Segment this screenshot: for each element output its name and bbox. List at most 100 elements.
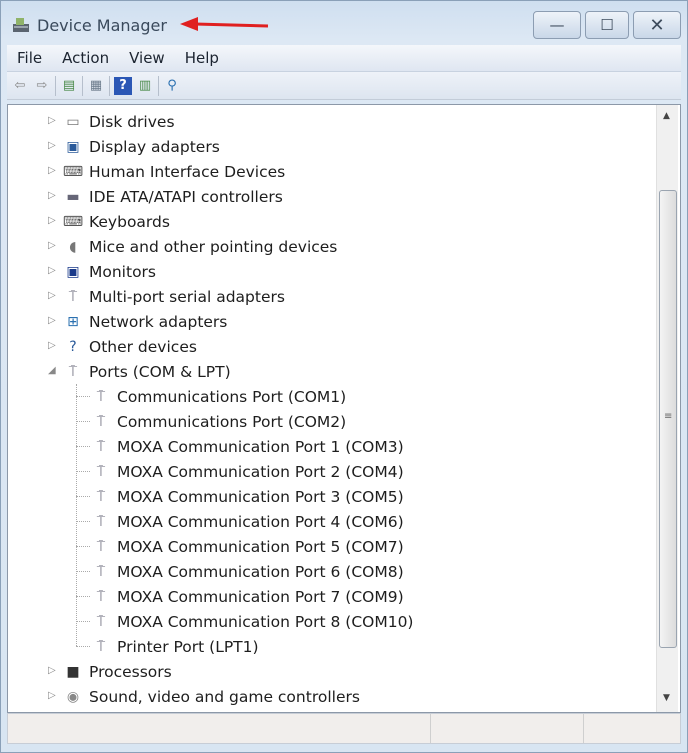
device-item[interactable]: ⍑ MOXA Communication Port 1 (COM3) [90,434,404,459]
item-label: Mice and other pointing devices [89,237,338,256]
processor-icon: ■ [66,663,80,680]
device-item[interactable]: ⍑ Printer Port (LPT1) [90,634,259,659]
menu-view[interactable]: View [119,49,175,67]
device-item[interactable]: ⍑ MOXA Communication Port 8 (COM10) [90,609,414,634]
mouse-icon: ◖ [69,238,77,255]
tree-connector [76,384,77,646]
category-item[interactable]: ▣ Display adapters [62,134,219,159]
item-label: MOXA Communication Port 8 (COM10) [117,612,414,631]
vertical-scrollbar[interactable]: ▲ ≡ ▼ [656,105,678,712]
category-item[interactable]: ⍑ Ports (COM & LPT) [62,359,231,384]
device-item[interactable]: ⍑ MOXA Communication Port 5 (COM7) [90,534,404,559]
port-icon: ⍑ [96,488,106,505]
port-icon: ⍑ [96,513,106,530]
expand-arrow-icon[interactable]: ▷ [48,315,58,326]
item-label: Communications Port (COM2) [117,412,347,431]
expand-arrow-icon[interactable]: ▷ [48,115,58,126]
port-icon: ⍑ [96,613,106,630]
expand-arrow-icon[interactable]: ▷ [48,290,58,301]
item-label: MOXA Communication Port 4 (COM6) [117,512,404,531]
category-item[interactable]: ? Other devices [62,334,197,359]
menu-action[interactable]: Action [52,49,119,67]
display-adapter-icon: ▣ [66,138,80,155]
port-icon: ⍑ [96,638,106,655]
toolbar: ⇦ ⇨ ▤ ▦ ? ▥ ⚲ [7,72,681,100]
category-item[interactable]: ◖ Mice and other pointing devices [62,234,337,259]
action-pane-icon[interactable]: ▥ [136,77,154,95]
separator [82,75,83,96]
tree-connector [76,546,90,547]
device-item[interactable]: ⍑ Communications Port (COM1) [90,384,346,409]
category-item[interactable]: ⊞ Network adapters [62,309,227,334]
forward-icon[interactable]: ⇨ [33,77,51,95]
port-icon: ⍑ [96,438,106,455]
port-icon: ⍑ [96,588,106,605]
separator [55,75,56,96]
item-label: Ports (COM & LPT) [89,362,231,381]
sound-icon: ◉ [66,688,80,705]
back-icon[interactable]: ⇦ [11,77,29,95]
category-item[interactable]: ◉ Sound, video and game controllers [62,684,360,709]
separator [109,75,110,96]
expand-arrow-icon[interactable]: ▷ [48,140,58,151]
category-item[interactable]: ■ Processors [62,659,171,684]
category-item[interactable]: ⌨ Human Interface Devices [62,159,285,184]
item-label: Monitors [89,262,156,281]
expand-arrow-icon[interactable]: ▷ [48,665,58,676]
item-label: MOXA Communication Port 7 (COM9) [117,587,404,606]
tree-connector [76,471,90,472]
menu-bar: File Action View Help [7,45,681,72]
category-item[interactable]: ▭ Disk drives [62,109,174,134]
port-icon: ⍑ [96,388,106,405]
scrollbar-thumb[interactable]: ≡ [659,190,677,648]
device-item[interactable]: ⍑ Communications Port (COM2) [90,409,346,434]
item-label: Multi-port serial adapters [89,287,285,306]
help-icon[interactable]: ? [114,76,132,95]
expand-arrow-icon[interactable]: ▷ [48,690,58,701]
scan-hardware-icon[interactable]: ⚲ [163,77,181,95]
device-item[interactable]: ⍑ MOXA Communication Port 2 (COM4) [90,459,404,484]
device-item[interactable]: ⍑ MOXA Communication Port 4 (COM6) [90,509,404,534]
item-label: Sound, video and game controllers [89,687,360,706]
show-hide-console-tree-icon[interactable]: ▤ [60,77,78,95]
item-label: MOXA Communication Port 1 (COM3) [117,437,404,456]
expand-arrow-icon[interactable]: ▷ [48,165,58,176]
device-tree[interactable]: ▲ ≡ ▼ ▷ ▭ Disk drives ▷ ▣ Display adapters ▷ ⌨ H… [7,104,681,713]
properties-icon[interactable]: ▦ [87,77,105,95]
keyboard-icon: ⌨ [62,213,84,230]
device-item[interactable]: ⍑ MOXA Communication Port 7 (COM9) [90,584,404,609]
expand-arrow-icon[interactable]: ▷ [48,215,58,226]
device-item[interactable]: ⍑ MOXA Communication Port 3 (COM5) [90,484,404,509]
item-label: Human Interface Devices [89,162,286,181]
menu-file[interactable]: File [7,49,52,67]
port-icon: ⍑ [96,413,106,430]
device-item[interactable]: ⍑ MOXA Communication Port 6 (COM8) [90,559,404,584]
tree-connector [76,421,90,422]
scroll-up-icon[interactable]: ▲ [663,111,670,121]
expand-arrow-icon[interactable]: ▷ [48,340,58,351]
expand-arrow-icon[interactable]: ▷ [48,240,58,251]
collapse-arrow-icon[interactable]: ◢ [48,365,58,376]
monitor-icon: ▣ [66,263,80,280]
item-label: IDE ATA/ATAPI controllers [89,187,283,206]
menu-help[interactable]: Help [175,49,229,67]
network-icon: ⊞ [67,313,79,330]
scroll-down-icon[interactable]: ▼ [663,693,670,703]
port-icon: ⍑ [68,288,78,305]
unknown-device-icon: ? [69,338,77,355]
item-label: Communications Port (COM1) [117,387,347,406]
expand-arrow-icon[interactable]: ▷ [48,190,58,201]
expand-arrow-icon[interactable]: ▷ [48,265,58,276]
tree-connector [76,646,90,647]
separator [158,75,159,96]
category-item[interactable]: ▬ IDE ATA/ATAPI controllers [62,184,283,209]
category-item[interactable]: ▣ Monitors [62,259,156,284]
item-label: MOXA Communication Port 2 (COM4) [117,462,404,481]
category-item[interactable]: ⌨ Keyboards [62,209,170,234]
grip-icon: ≡ [664,411,673,422]
tree-connector [76,571,90,572]
disk-drive-icon: ▭ [66,113,80,130]
category-item[interactable]: ⍑ Multi-port serial adapters [62,284,285,309]
port-icon: ⍑ [68,363,78,380]
port-icon: ⍑ [96,538,106,555]
